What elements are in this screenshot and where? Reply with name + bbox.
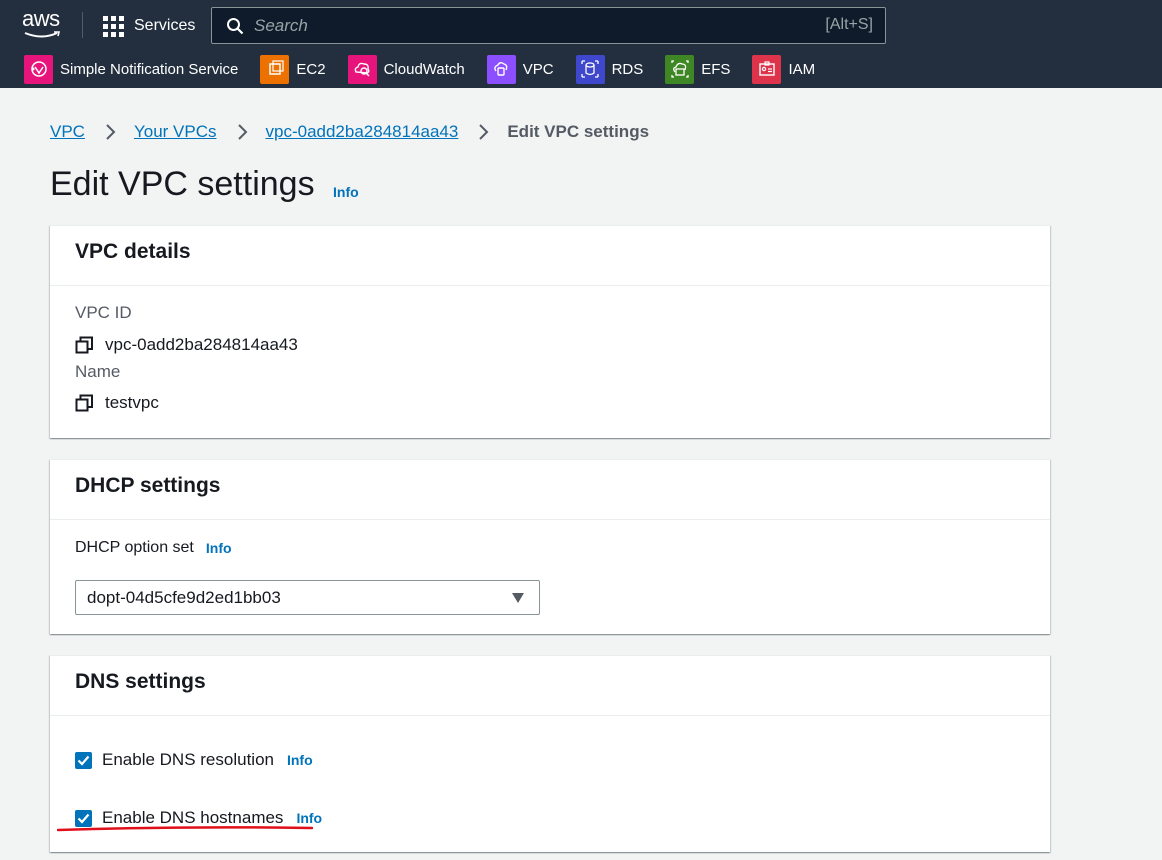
favorite-label: Simple Notification Service (60, 60, 239, 78)
dns-hostnames-label[interactable]: Enable DNS hostnames (102, 808, 283, 828)
checkmark-icon (77, 813, 90, 824)
dhcp-settings-panel: DHCP settings DHCP option set Info dopt-… (50, 459, 1050, 634)
breadcrumb-link-vpc-id[interactable]: vpc-0add2ba284814aa43 (266, 122, 459, 142)
checkmark-icon (77, 755, 90, 766)
favorite-vpc[interactable]: VPC (486, 54, 554, 84)
vpc-id-value-row: vpc-0add2ba284814aa43 (75, 335, 298, 355)
vpc-details-title: VPC details (75, 240, 191, 263)
dhcp-option-set-label-row: DHCP option set Info (75, 539, 232, 557)
page-title: Edit VPC settings (50, 165, 315, 203)
favorite-rds[interactable]: RDS (575, 54, 644, 84)
services-label: Services (134, 17, 196, 34)
favorite-ec2[interactable]: EC2 (260, 54, 326, 84)
favorite-label: VPC (522, 60, 554, 78)
favorite-label: EC2 (296, 60, 326, 78)
name-value: testvpc (105, 393, 159, 412)
rds-icon (575, 54, 605, 84)
aws-logo[interactable]: aws (22, 6, 62, 40)
dns-resolution-label[interactable]: Enable DNS resolution (102, 750, 274, 770)
cloudwatch-icon (347, 54, 377, 84)
favorite-label: EFS (701, 60, 731, 78)
panel-header: VPC details (50, 226, 1050, 286)
nav-main-row: aws Services [Alt+S] (0, 0, 1162, 50)
dns-resolution-checkbox[interactable] (75, 751, 92, 769)
panel-header: DHCP settings (50, 460, 1050, 520)
favorite-cloudwatch[interactable]: CloudWatch (347, 54, 465, 84)
favorite-label: IAM (788, 60, 816, 78)
ec2-icon (260, 54, 290, 84)
dhcp-info-link[interactable]: Info (206, 540, 232, 556)
chevron-right-icon (237, 124, 247, 140)
favorites-bar: Simple Notification Service EC2 CloudWat… (0, 52, 1162, 86)
dns-hostnames-info-link[interactable]: Info (296, 810, 322, 826)
favorite-iam[interactable]: IAM (752, 54, 816, 84)
favorite-efs[interactable]: EFS (665, 54, 731, 84)
breadcrumb-current: Edit VPC settings (507, 122, 650, 141)
dhcp-settings-title: DHCP settings (75, 474, 221, 497)
search-icon (227, 18, 244, 35)
top-navigation: aws Services [Alt+S] Si (0, 0, 1162, 88)
search-shortcut-hint: [Alt+S] (825, 16, 873, 33)
annotation-underline (57, 826, 313, 832)
services-menu-button[interactable]: Services (103, 14, 195, 38)
dns-resolution-row: Enable DNS resolution Info (75, 750, 313, 770)
panel-header: DNS settings (50, 656, 1050, 716)
dhcp-option-set-label: DHCP option set (75, 539, 194, 556)
search-input[interactable] (254, 13, 794, 39)
breadcrumb-link-your-vpcs[interactable]: Your VPCs (134, 122, 217, 142)
services-grid-icon (103, 15, 124, 37)
favorite-sns[interactable]: Simple Notification Service (24, 54, 239, 84)
chevron-right-icon (106, 124, 116, 140)
vpc-id-label: VPC ID (75, 303, 132, 322)
dns-hostnames-row: Enable DNS hostnames Info (75, 808, 322, 828)
dns-hostnames-checkbox[interactable] (75, 809, 92, 827)
name-label: Name (75, 362, 121, 381)
dhcp-option-set-value: dopt-04d5cfe9d2ed1bb03 (87, 587, 281, 607)
iam-icon (752, 54, 782, 84)
nav-divider (82, 12, 83, 38)
dns-resolution-info-link[interactable]: Info (287, 752, 313, 768)
chevron-right-icon (479, 124, 489, 140)
dhcp-option-set-select[interactable]: dopt-04d5cfe9d2ed1bb03 (75, 580, 540, 615)
dns-settings-panel: DNS settings Enable DNS resolution Info … (50, 655, 1050, 852)
vpc-details-panel: VPC details VPC ID vpc-0add2ba284814aa43… (50, 225, 1050, 438)
caret-down-icon (512, 593, 524, 603)
favorite-label: RDS (611, 60, 644, 78)
search-bar[interactable]: [Alt+S] (211, 7, 886, 44)
sns-icon (24, 54, 53, 84)
breadcrumb-link-vpc[interactable]: VPC (50, 122, 85, 142)
vpc-icon (486, 54, 516, 84)
efs-icon (665, 54, 695, 84)
breadcrumb: VPC Your VPCs vpc-0add2ba284814aa43 Edit… (50, 121, 649, 143)
aws-logo-text: aws (22, 6, 60, 31)
copy-icon[interactable] (75, 336, 94, 355)
copy-icon[interactable] (75, 394, 94, 413)
page-info-link[interactable]: Info (333, 184, 359, 200)
favorite-label: CloudWatch (383, 60, 465, 78)
name-value-row: testvpc (75, 393, 159, 413)
aws-smile-icon (24, 31, 60, 38)
dns-settings-title: DNS settings (75, 670, 206, 693)
vpc-id-value: vpc-0add2ba284814aa43 (105, 335, 298, 354)
